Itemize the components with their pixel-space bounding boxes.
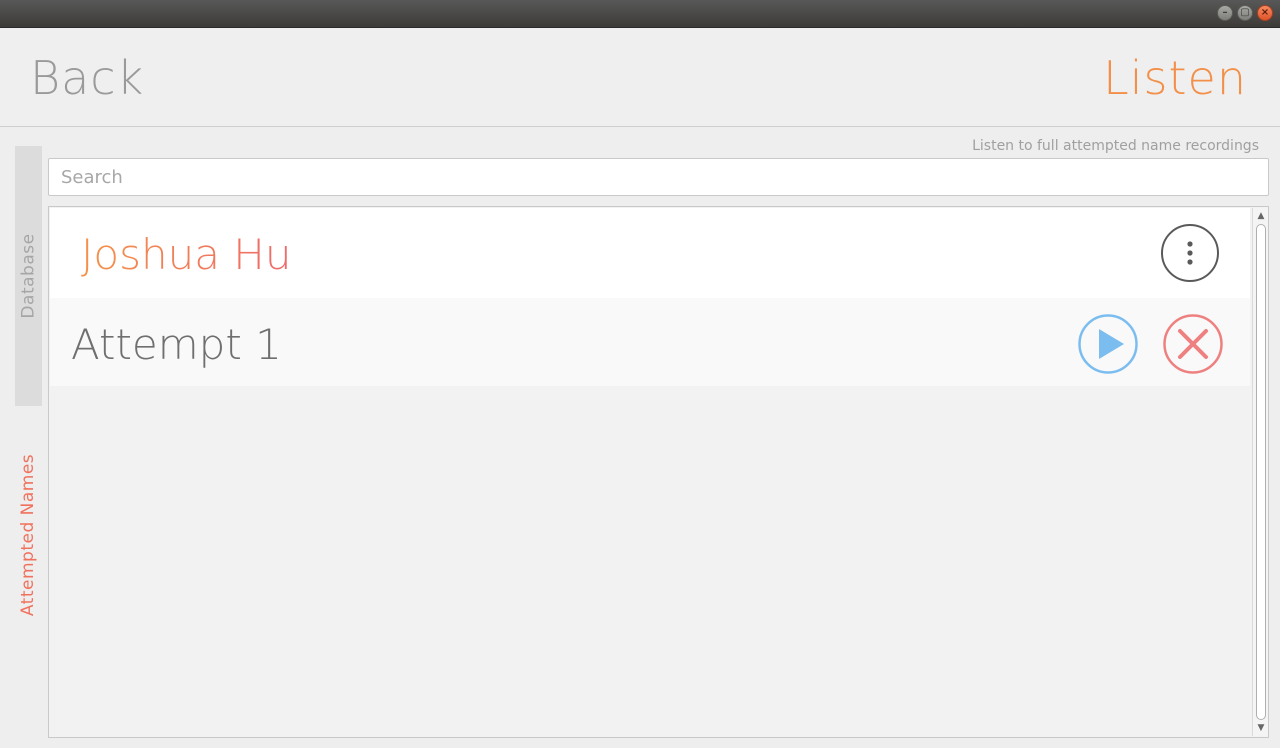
list-item[interactable]: Attempt 1 [50,298,1250,386]
page-title: Listen [1103,51,1247,105]
scroll-down-icon[interactable]: ▼ [1255,722,1267,734]
search-input[interactable] [48,158,1269,196]
tab-database-label: Database [18,233,39,319]
close-window-icon[interactable]: × [1257,5,1273,21]
window-titlebar: – ▢ × [0,0,1280,28]
app-header: Back Listen [0,29,1280,127]
scroll-up-icon[interactable]: ▲ [1255,210,1267,222]
play-icon [1078,314,1138,374]
play-button[interactable] [1078,314,1138,374]
scroll-thumb[interactable] [1256,224,1266,720]
back-button[interactable]: Back [30,51,144,105]
recordings-list: Joshua Hu Attempt 1 ▲ ▼ [48,206,1269,738]
minimize-icon[interactable]: – [1217,5,1233,21]
page-subtitle: Listen to full attempted name recordings [972,138,1259,154]
name-label: Joshua Hu [81,230,292,279]
maximize-icon[interactable]: ▢ [1237,5,1253,21]
tab-attempted-names-label: Attempted Names [18,453,39,617]
more-options-button[interactable] [1161,224,1219,282]
more-vertical-icon [1187,241,1193,265]
attempt-label: Attempt 1 [71,320,282,369]
name-row: Joshua Hu [50,208,1250,298]
close-circle-icon [1163,314,1223,374]
tab-attempted-names[interactable]: Attempted Names [15,410,42,660]
tab-database[interactable]: Database [15,146,42,406]
vertical-scrollbar[interactable]: ▲ ▼ [1252,208,1268,736]
delete-button[interactable] [1163,314,1223,374]
